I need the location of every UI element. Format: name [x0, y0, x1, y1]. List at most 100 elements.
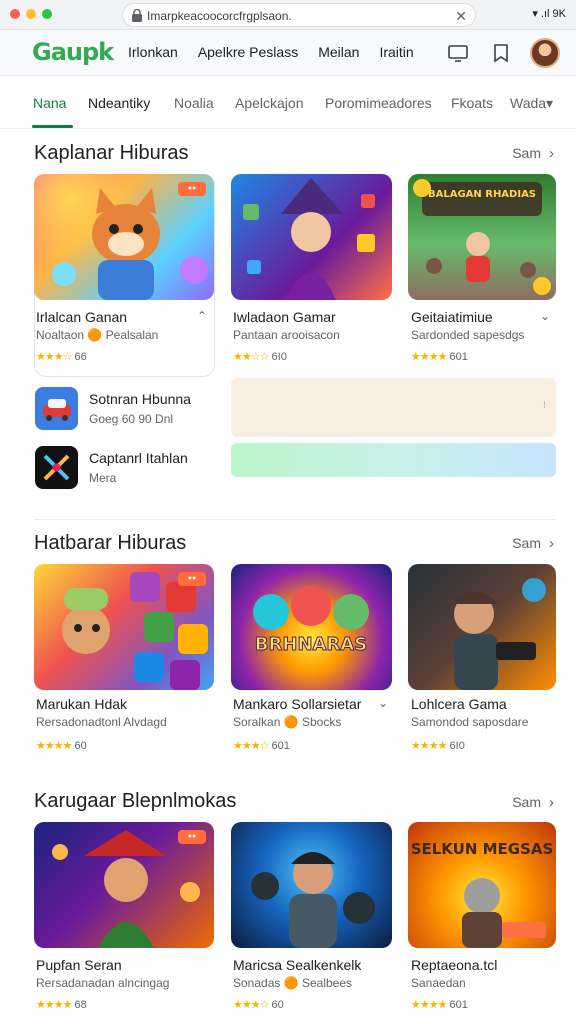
card-subtitle: Rersadonadtonl Alvdagd	[36, 715, 167, 729]
more-icon[interactable]: ⁝	[543, 400, 546, 411]
card-subtitle: Noaltaon 🟠 Pealsalan	[36, 328, 159, 342]
card-subtitle: Pantaan arooisacon	[233, 328, 340, 342]
lock-icon	[132, 9, 142, 22]
clear-url-icon[interactable]: ✕	[455, 8, 467, 25]
more-options-icon[interactable]: ⌃	[197, 309, 207, 323]
tab-home[interactable]: Nana	[33, 95, 66, 111]
card-title: Reptaeona.tcl	[411, 957, 498, 973]
tab-6[interactable]: Fkoats	[451, 95, 493, 111]
warrior-character-art	[452, 578, 546, 690]
card-rating: ★★★★ 60	[36, 739, 87, 752]
tab-3[interactable]: Noalia	[174, 95, 214, 111]
chevron-right-icon: ›	[549, 794, 554, 811]
url-text: Imarpkeacoocorcfrgplsaon.	[147, 9, 292, 23]
card-subtitle: Samondod saposdare	[411, 715, 529, 729]
see-all-link[interactable]: Sam ›	[512, 794, 554, 811]
swords-icon	[43, 454, 70, 481]
card-rating: ★★★☆ 60	[233, 998, 284, 1011]
game-title-art-3: SELKUN MEGSAS	[411, 840, 554, 858]
list-item-subtitle: Goeg 60 90 Dnl	[89, 412, 174, 426]
more-options-icon[interactable]: ⌄	[540, 309, 550, 323]
rating-value: 60	[74, 740, 87, 752]
list-item-subtitle: Mera	[89, 471, 117, 485]
game-thumbnail[interactable]: BALAGAN RHADIAS	[408, 174, 556, 300]
tab-more[interactable]: Wada▾	[510, 95, 553, 112]
section-title: Karugaar Blepnlmokas	[34, 790, 237, 812]
promo-banner-secondary[interactable]	[231, 443, 556, 477]
rating-value: 6I0	[449, 740, 465, 752]
see-all-link[interactable]: Sam ›	[512, 535, 554, 552]
section-divider	[34, 519, 556, 520]
star-rating: ★★☆☆	[233, 351, 269, 363]
star-rating: ★★★★	[411, 999, 447, 1011]
top-nav-item[interactable]: Irlonkan	[128, 44, 178, 60]
wizard-character-art	[243, 178, 375, 300]
top-nav: Irlonkan Apelkre Peslass Meilan Iraitin	[128, 44, 434, 60]
card-rating: ★★★★ 6I0	[411, 739, 465, 752]
top-nav-item[interactable]: Apelkre Peslass	[198, 44, 298, 60]
promo-banner[interactable]: ⁝	[231, 378, 556, 437]
card-title: Mankaro Sollarsietar	[233, 696, 362, 712]
rating-value: 6I0	[271, 351, 287, 363]
tab-5[interactable]: Poromimeadores	[325, 95, 432, 111]
card-title: Pupfan Seran	[36, 957, 122, 973]
list-item-title[interactable]: Sotnran Hbunna	[89, 391, 191, 407]
bookmark-icon[interactable]	[490, 42, 512, 64]
car-icon	[43, 399, 71, 421]
card-rating: ★★★☆ 601	[233, 739, 290, 752]
app-icon[interactable]	[35, 446, 78, 489]
star-rating: ★★★☆	[233, 999, 269, 1011]
chevron-right-icon: ›	[549, 535, 554, 552]
game-title-art-1: BALAGAN RHADIAS	[428, 189, 536, 200]
minimize-window-button[interactable]	[26, 9, 36, 19]
rating-value: 68	[74, 999, 87, 1011]
game-thumbnail[interactable]: ●●	[34, 822, 214, 948]
game-thumbnail[interactable]	[231, 174, 392, 300]
game-thumbnail[interactable]	[231, 822, 392, 948]
bubbles-logo-art: BRHNARAS	[253, 586, 369, 656]
list-item-title[interactable]: Captanrl Itahlan	[89, 450, 188, 466]
game-thumbnail[interactable]	[408, 564, 556, 690]
category-tabs: Nana Ndeantiky Noalia Apelckajon Poromim…	[0, 76, 576, 129]
rating-value: 60	[271, 999, 284, 1011]
app-logo[interactable]: Gaupk	[32, 38, 114, 66]
see-all-link[interactable]: Sam ›	[512, 145, 554, 162]
chevron-right-icon: ›	[549, 145, 554, 162]
see-all-label: Sam	[512, 535, 541, 551]
cast-icon[interactable]	[447, 42, 469, 64]
tab-2[interactable]: Ndeantiky	[88, 95, 150, 111]
section-title: Kaplanar Hiburas	[34, 142, 189, 164]
star-rating: ★★★★	[411, 351, 447, 363]
top-nav-item[interactable]: Iraitin	[379, 44, 413, 60]
card-title: Irlalcan Ganan	[36, 309, 128, 325]
active-tab-indicator	[32, 125, 73, 128]
card-rating: ★★☆☆ 6I0	[233, 350, 287, 363]
tab-4[interactable]: Apelckajon	[235, 95, 304, 111]
badge: ●●	[178, 182, 206, 196]
star-rating: ★★★★	[411, 740, 447, 752]
star-rating: ★★★☆	[233, 740, 269, 752]
section-title: Hatbarar Hiburas	[34, 532, 187, 554]
game-thumbnail[interactable]: SELKUN MEGSAS	[408, 822, 556, 948]
maximize-window-button[interactable]	[42, 9, 52, 19]
top-nav-item[interactable]: Meilan	[318, 44, 359, 60]
game-thumbnail[interactable]: ●●	[34, 564, 214, 690]
star-rating: ★★★★	[36, 740, 72, 752]
more-options-icon[interactable]: ⌄	[378, 696, 388, 710]
rating-value: 601	[449, 351, 468, 363]
app-icon[interactable]	[35, 387, 78, 430]
app-header: Gaupk Irlonkan Apelkre Peslass Meilan Ir…	[0, 30, 576, 76]
rating-value: 601	[271, 740, 290, 752]
card-subtitle: Rersadanadan alncingag	[36, 976, 170, 990]
adventure-scene-art: BALAGAN RHADIAS	[413, 179, 551, 295]
close-window-button[interactable]	[10, 9, 20, 19]
avatar[interactable]	[530, 38, 560, 68]
address-bar[interactable]: Imarpkeacoocorcfrgplsaon. ✕	[122, 3, 476, 27]
star-rating: ★★★☆	[36, 351, 72, 363]
game-thumbnail[interactable]: BRHNARAS	[231, 564, 392, 690]
card-rating: ★★★★ 601	[411, 350, 468, 363]
card-title: Marukan Hdak	[36, 696, 128, 712]
card-title: Iwladaon Gamar	[233, 309, 336, 325]
game-thumbnail[interactable]: ●●	[34, 174, 214, 300]
browser-chrome: Imarpkeacoocorcfrgplsaon. ✕ ▾ .ıl 9K	[0, 0, 576, 30]
